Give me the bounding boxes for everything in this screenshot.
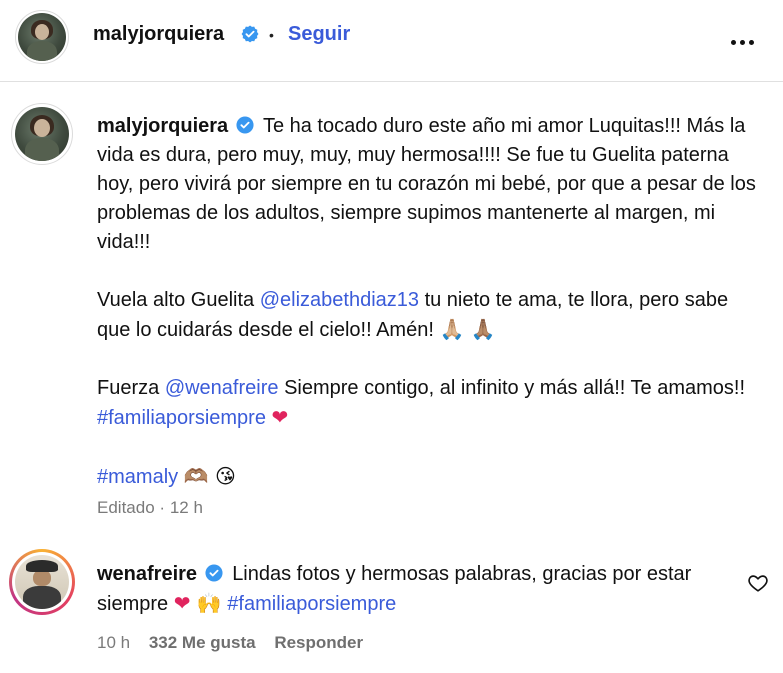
caption-time[interactable]: 12 h — [170, 498, 203, 517]
author-avatar[interactable] — [18, 13, 66, 61]
meta-dot: · — [159, 498, 166, 517]
comment-likes[interactable]: 332 Me gusta — [149, 633, 256, 652]
praying-hands-emoji: 🙏🏼 🙏🏽 — [439, 317, 496, 341]
post-header: malyjorquiera • Seguir — [0, 0, 783, 82]
comment: wenafreire Lindas fotos y hermosas palab… — [97, 560, 737, 619]
author-username[interactable]: malyjorquiera — [93, 23, 224, 46]
follow-button[interactable]: Seguir — [288, 23, 350, 46]
caption-username[interactable]: malyjorquiera — [97, 115, 228, 137]
post-caption: malyjorquiera Te ha tocado duro este año… — [97, 112, 757, 492]
verified-badge-icon — [236, 116, 254, 134]
mention-wenafreire[interactable]: @wenafreire — [165, 377, 279, 399]
red-heart-emoji: ❤ — [271, 405, 289, 429]
caption-p3-text-a: Fuerza — [97, 377, 160, 399]
verified-badge-icon — [205, 564, 223, 582]
reply-button[interactable]: Responder — [274, 633, 363, 652]
comment-emoji: ❤ 🙌 — [173, 591, 222, 615]
verified-badge-icon — [241, 25, 259, 43]
commenter-username[interactable]: wenafreire — [97, 563, 197, 585]
caption-p3-text-b: Siempre contigo, al infinito y más allá!… — [284, 377, 746, 399]
commenter-avatar[interactable] — [15, 555, 69, 609]
mention-elizabethdiaz13[interactable]: @elizabethdiaz13 — [260, 289, 419, 311]
header-separator: • — [269, 27, 274, 43]
caption-p2-text-a: Vuela alto Guelita — [97, 289, 255, 311]
hashtag-familiaporsiempre[interactable]: #familiaporsiempre — [97, 407, 266, 429]
commenter-story-ring[interactable] — [9, 549, 75, 615]
comment-time[interactable]: 10 h — [97, 633, 130, 652]
comment-hashtag-familiaporsiempre[interactable]: #familiaporsiempre — [227, 593, 396, 615]
edited-label: Editado — [97, 498, 155, 517]
caption-meta: Editado · 12 h — [97, 498, 203, 518]
hashtag-mamaly[interactable]: #mamaly — [97, 466, 178, 488]
caption-avatar[interactable] — [15, 107, 69, 161]
more-options-icon[interactable] — [731, 32, 759, 45]
heart-hands-kiss-emoji: 🫶🏽 😘 — [183, 464, 236, 488]
heart-outline-icon[interactable] — [747, 572, 769, 594]
comment-meta: 10 h 332 Me gusta Responder — [97, 633, 363, 653]
